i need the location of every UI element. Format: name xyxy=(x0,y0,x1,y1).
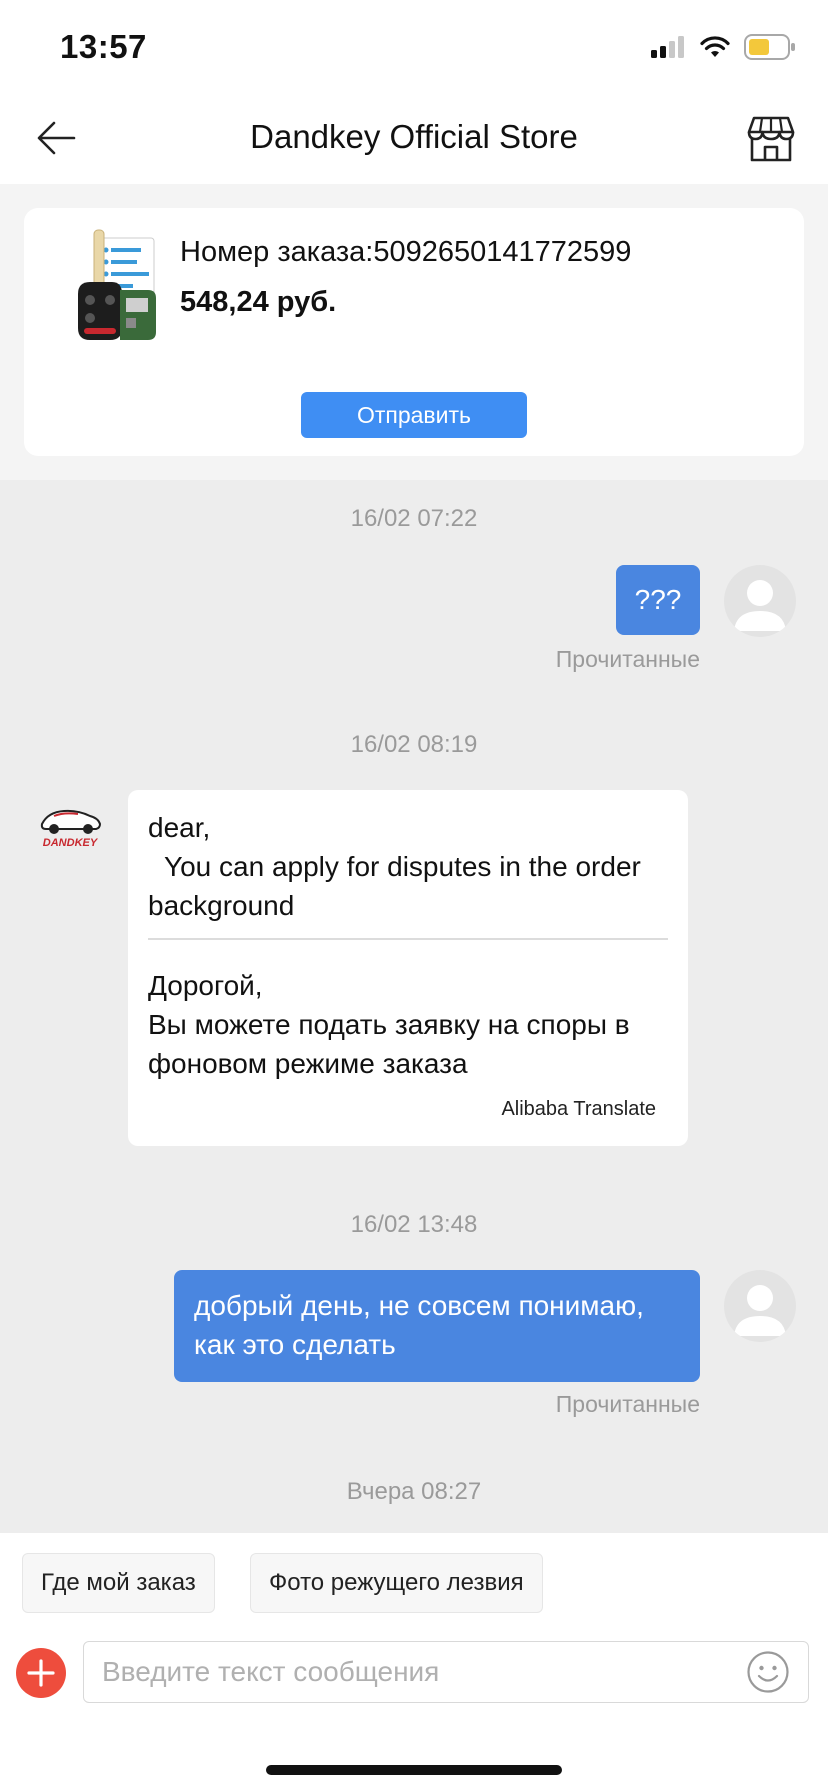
store-icon[interactable] xyxy=(746,114,796,164)
chat-header: Dandkey Official Store xyxy=(0,92,828,184)
order-card[interactable]: Номер заказа:5092650141772599 548,24 руб… xyxy=(24,208,804,456)
incoming-message-bubble[interactable]: dear, You can apply for disputes in the … xyxy=(128,790,688,1146)
message-timestamp: 16/02 08:19 xyxy=(350,731,478,758)
user-avatar xyxy=(724,565,796,637)
composer-area: Где мой заказ Фото режущего лезвия xyxy=(0,1533,828,1792)
home-indicator[interactable] xyxy=(266,1765,562,1775)
translation-credit: Alibaba Translate xyxy=(501,1098,656,1120)
quick-reply-where-is-order[interactable]: Где мой заказ xyxy=(22,1553,215,1613)
shop-logo-text: DANDKEY xyxy=(43,837,99,849)
message-text: ??? xyxy=(634,584,682,615)
read-status: Прочитанные xyxy=(555,1391,700,1417)
user-avatar-icon xyxy=(734,1285,786,1336)
message-text: добрый день, не совсем понимаю, как это … xyxy=(194,1290,644,1360)
status-time: 13:57 xyxy=(60,28,147,65)
translated-greeting: Дорогой, xyxy=(148,970,263,1001)
message-timestamp: 16/02 13:48 xyxy=(350,1211,478,1238)
message-timestamp: 16/02 07:22 xyxy=(350,505,478,532)
product-image xyxy=(78,229,156,340)
shop-logo: DANDKEY xyxy=(34,800,106,850)
status-icons xyxy=(650,34,796,60)
status-bar: 13:57 xyxy=(0,0,828,92)
order-price: 548,24 руб. xyxy=(180,286,337,318)
outgoing-message-bubble[interactable]: ??? xyxy=(616,565,700,635)
quick-reply-blade-photo[interactable]: Фото режущего лезвия xyxy=(250,1553,543,1613)
original-greeting: dear, xyxy=(148,812,211,843)
plus-icon xyxy=(27,1659,55,1687)
message-timestamp: Вчера 08:27 xyxy=(346,1478,482,1505)
translated-message: Дорогой, Вы можете подать заявку на спор… xyxy=(148,966,668,1083)
add-attachment-button[interactable] xyxy=(16,1648,66,1698)
order-area: Номер заказа:5092650141772599 548,24 руб… xyxy=(0,184,828,480)
battery-icon xyxy=(744,34,795,60)
original-message: dear, You can apply for disputes in the … xyxy=(148,808,668,925)
page-title: Dandkey Official Store xyxy=(250,118,578,155)
dandkey-logo-icon: DANDKEY xyxy=(40,809,102,849)
original-body: You can apply for disputes in the order … xyxy=(148,851,641,921)
signal-icon xyxy=(651,36,684,58)
emoji-icon[interactable] xyxy=(746,1650,790,1694)
read-status: Прочитанные xyxy=(555,646,700,672)
send-order-button[interactable]: Отправить xyxy=(301,392,527,438)
wifi-icon xyxy=(700,36,730,57)
user-avatar xyxy=(724,1270,796,1342)
translation-divider xyxy=(148,938,668,940)
outgoing-message-bubble[interactable]: добрый день, не совсем понимаю, как это … xyxy=(174,1270,700,1382)
order-number: Номер заказа:5092650141772599 xyxy=(180,236,632,268)
user-avatar-icon xyxy=(734,580,786,631)
translated-body: Вы можете подать заявку на споры в фонов… xyxy=(148,1009,630,1079)
message-input[interactable] xyxy=(83,1641,809,1703)
